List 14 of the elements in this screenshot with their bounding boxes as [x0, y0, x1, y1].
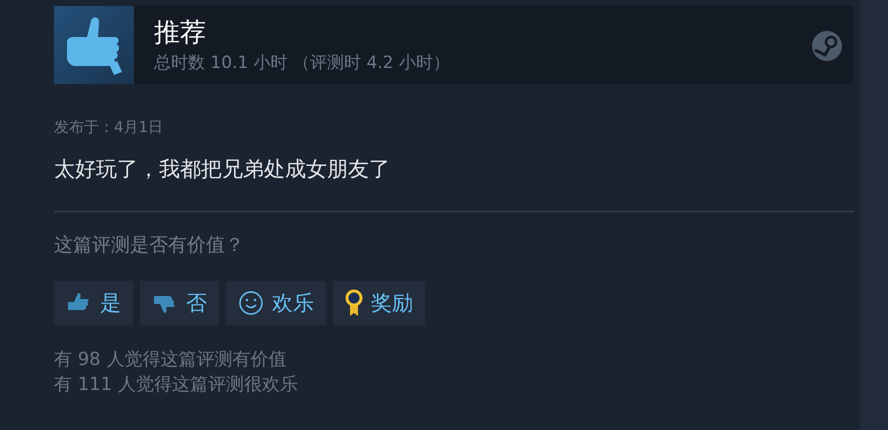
vote-button[interactable]: 奖励: [333, 281, 425, 325]
steam-logo-icon: [811, 30, 843, 62]
award-icon: [345, 289, 363, 317]
vote-button[interactable]: 是: [54, 281, 133, 325]
playtime-text: 总时数 10.1 小时 （评测时 4.2 小时）: [154, 52, 450, 74]
posted-date: 发布于：4月1日: [54, 118, 164, 137]
vote-count-text: 有 111 人觉得这篇评测很欢乐: [54, 373, 299, 397]
vote-button[interactable]: 欢乐: [226, 281, 326, 325]
verdict-title: 推荐: [154, 16, 207, 48]
vote-button[interactable]: 否: [140, 281, 219, 325]
vote-count-text: 有 98 人觉得这篇评测有价值: [54, 348, 288, 372]
review-text: 太好玩了，我都把兄弟处成女朋友了: [54, 156, 391, 183]
helpful-question: 这篇评测是否有价值？: [54, 233, 245, 258]
smiley-icon: [238, 290, 264, 316]
